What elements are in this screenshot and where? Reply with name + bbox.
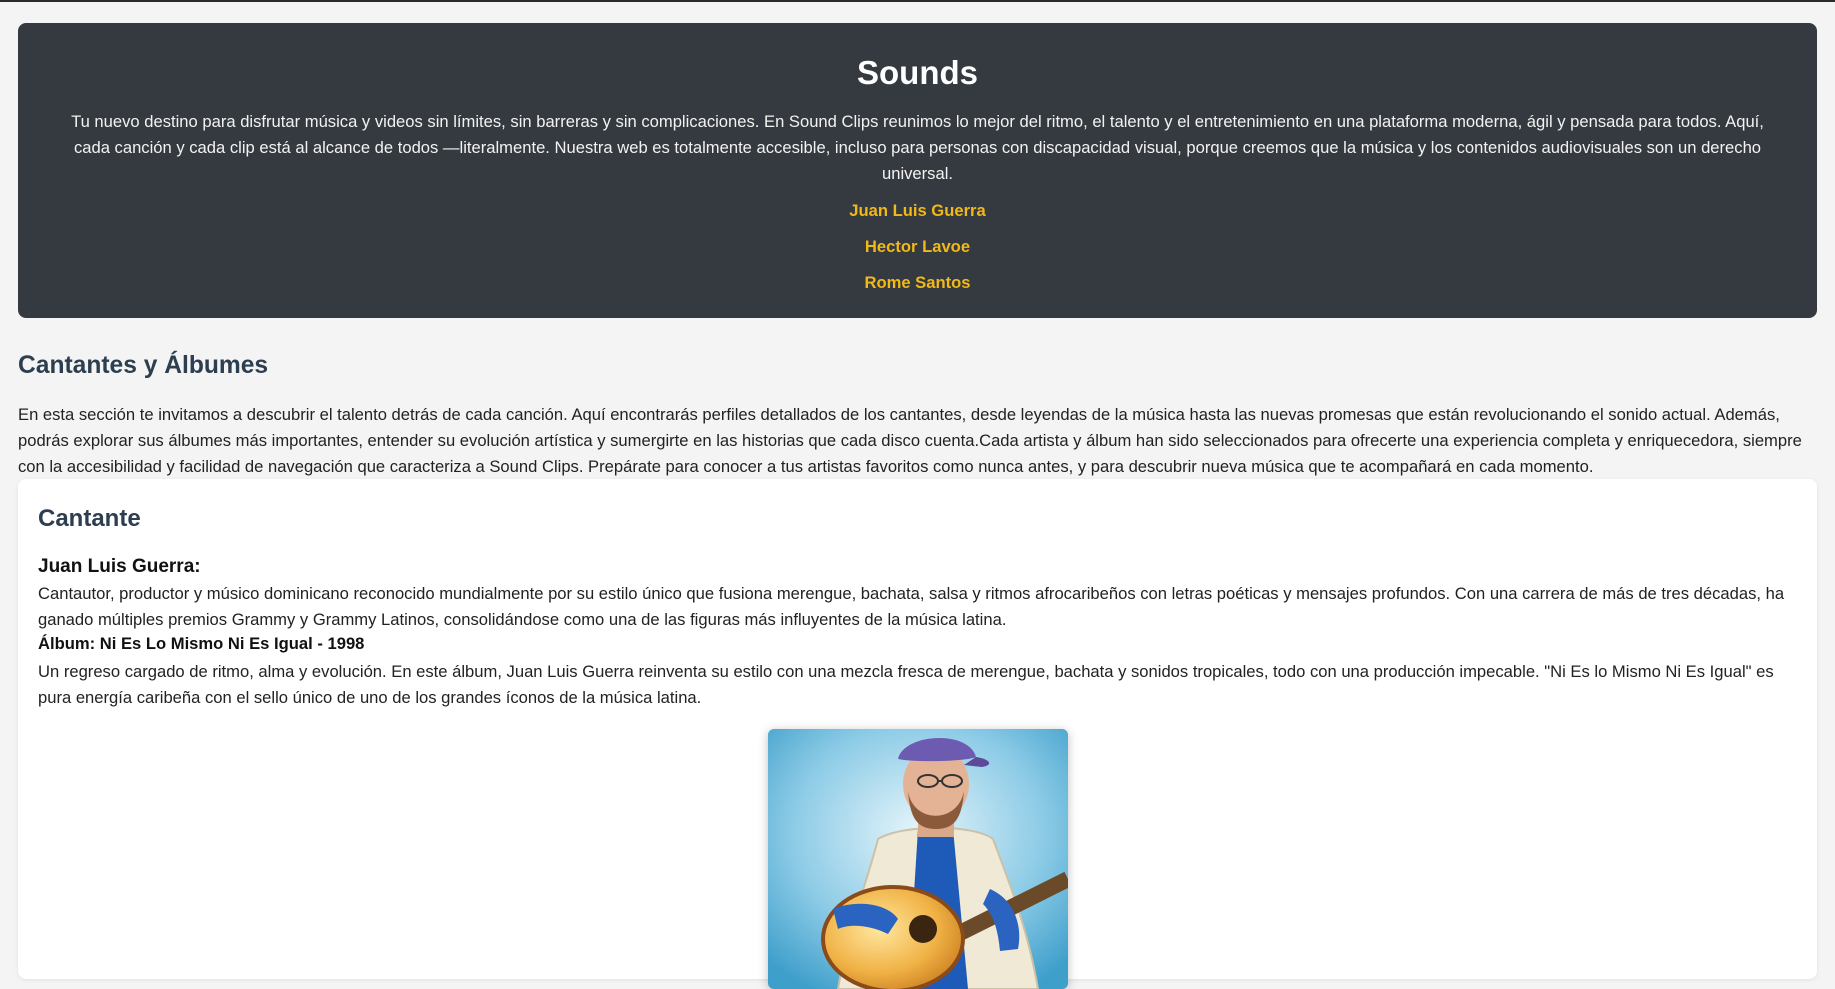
site-title: Sounds	[857, 54, 978, 91]
album-description: Un regreso cargado de ritmo, alma y evol…	[38, 662, 1774, 707]
nav-link-hector-lavoe[interactable]: Hector Lavoe	[818, 229, 1018, 265]
section-intro: En esta sección te invitamos a descubrir…	[18, 405, 1802, 476]
artist-card: Cantante Juan Luis Guerra: Cantautor, pr…	[18, 479, 1817, 989]
hero-banner: Sounds Tu nuevo destino para disfrutar m…	[18, 23, 1817, 318]
card-heading: Cantante	[38, 505, 141, 532]
section-title: Cantantes y Álbumes	[18, 352, 269, 379]
nav-link-juan-luis-guerra[interactable]: Juan Luis Guerra	[818, 193, 1018, 229]
album-cover-image	[768, 729, 1068, 989]
album-title: Álbum: Ni Es Lo Mismo Ni Es Igual - 1998	[38, 634, 365, 653]
artist-nav: Juan Luis Guerra Hector Lavoe Rome Santo…	[18, 193, 1817, 301]
nav-link-rome-santos[interactable]: Rome Santos	[818, 265, 1018, 301]
album-cover-illustration	[768, 729, 1068, 989]
artist-name: Juan Luis Guerra:	[38, 556, 201, 577]
site-description: Tu nuevo destino para disfrutar música y…	[71, 112, 1764, 183]
artist-bio: Cantautor, productor y músico dominicano…	[38, 584, 1785, 629]
